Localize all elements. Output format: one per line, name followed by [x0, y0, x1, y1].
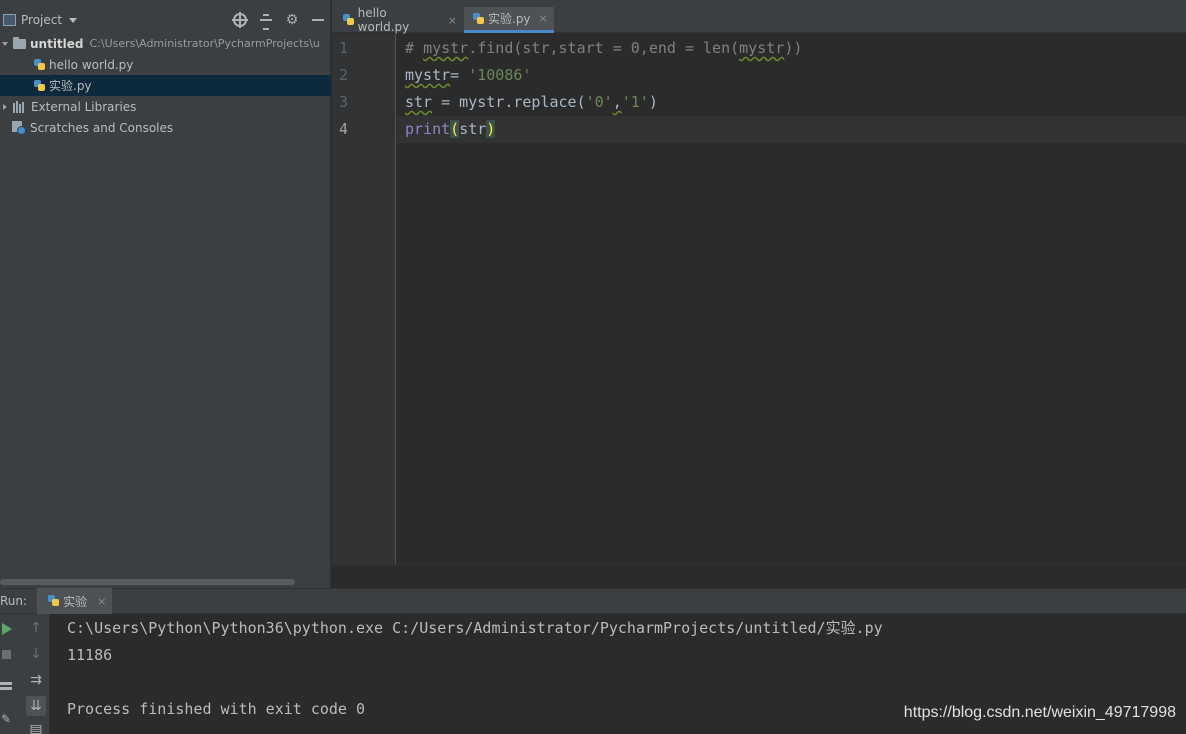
tree-item-hello-world[interactable]: hello world.py [0, 54, 331, 75]
tree-item-scratches[interactable]: Scratches and Consoles [0, 117, 331, 138]
soft-wrap-icon[interactable]: ⇉ [26, 670, 46, 690]
bracket-highlight: ( [450, 120, 460, 138]
tab-label: hello world.py [357, 6, 410, 34]
string-token: '10086' [468, 66, 532, 84]
pin-icon[interactable]: ✎ [1, 713, 11, 725]
operator-token: = [450, 66, 469, 84]
editor-top-strip [332, 0, 1186, 7]
comment-token: .find(str,start = 0,end = len( [468, 39, 740, 57]
project-tree: untitled C:\Users\Administrator\PycharmP… [0, 33, 331, 138]
expand-arrow-icon[interactable] [2, 41, 8, 46]
arrow-up-icon[interactable]: ↑ [26, 618, 46, 638]
python-file-icon [33, 79, 46, 93]
line-number: 4 [339, 120, 349, 138]
line-number-gutter: 1 2 3 4 [332, 34, 396, 564]
project-panel-header: Project ⚙ [0, 6, 331, 34]
library-icon [13, 100, 27, 113]
line-number: 1 [339, 39, 349, 57]
tab-label: 实验.py [488, 12, 531, 26]
project-tool-window: Project ⚙ untitled C:\Users\Administrato… [0, 0, 331, 588]
bracket-highlight: ) [486, 120, 496, 138]
console-line: 11186 [67, 646, 113, 664]
builtin-token: print [405, 120, 451, 138]
line-number: 3 [339, 93, 349, 111]
file-name: 实验.py [49, 79, 92, 93]
code-line[interactable]: str = mystr.replace('0','1') [397, 89, 1186, 116]
horizontal-scrollbar[interactable] [0, 579, 295, 585]
comment-token: mystr [739, 39, 785, 57]
python-file-icon [33, 58, 46, 72]
project-view-icon [3, 14, 16, 26]
locate-file-icon[interactable] [232, 12, 248, 28]
tree-label: Scratches and Consoles [30, 120, 174, 135]
code-editor[interactable]: # mystr.find(str,start = 0,end = len(mys… [397, 34, 1186, 564]
python-file-icon [342, 13, 355, 27]
close-icon[interactable]: × [97, 595, 106, 608]
editor-footer [332, 564, 1186, 588]
scratches-icon [12, 120, 26, 135]
expand-arrow-icon[interactable] [3, 103, 7, 110]
watermark-text: https://blog.csdn.net/weixin_49717998 [903, 704, 1176, 721]
layout-icon[interactable] [0, 682, 12, 690]
run-toolbar-right: ↑ ↓ ⇉ ⇊ ▤ [22, 614, 50, 734]
folder-icon [13, 36, 26, 49]
python-file-icon [472, 12, 485, 26]
project-name: untitled [30, 36, 84, 51]
close-icon[interactable]: × [448, 14, 457, 27]
print-icon[interactable]: ▤ [26, 720, 46, 734]
tree-item-external-libraries[interactable]: External Libraries [0, 96, 331, 117]
gear-icon[interactable]: ⚙ [285, 13, 299, 27]
run-tool-window-header: Run: 实验 × [0, 588, 1186, 614]
tab-shiyan[interactable]: 实验.py × [464, 7, 554, 33]
tree-item-untitled[interactable]: untitled C:\Users\Administrator\PycharmP… [0, 33, 331, 54]
code-token: = mystr.replace( [432, 93, 586, 111]
chevron-down-icon[interactable] [69, 18, 78, 23]
code-line[interactable]: # mystr.find(str,start = 0,end = len(mys… [397, 35, 1186, 62]
run-toolbar-left: ✎ [0, 614, 22, 734]
project-panel-toolbar: ⚙ [232, 6, 325, 34]
operator-token: , [612, 93, 622, 111]
console-line: Process finished with exit code 0 [67, 700, 366, 718]
console-line: C:\Users\Python\Python36\python.exe C:/U… [67, 619, 883, 637]
run-tab-label: 实验 [63, 594, 88, 609]
tree-label: External Libraries [31, 99, 137, 114]
arrow-down-icon[interactable]: ↓ [26, 644, 46, 664]
python-icon [47, 594, 60, 608]
comment-token: mystr [423, 39, 469, 57]
stop-icon[interactable] [2, 650, 11, 659]
comment-token: )) [784, 39, 803, 57]
identifier-token: str [459, 120, 487, 138]
string-token: '0' [585, 93, 613, 111]
scroll-to-end-icon[interactable]: ⇊ [26, 696, 46, 716]
hide-panel-icon[interactable] [311, 13, 325, 27]
project-view-selector[interactable]: Project [21, 13, 62, 27]
editor-tab-bar: hello world.py × 实验.py × [332, 6, 1186, 34]
comment-token: # [405, 39, 424, 57]
tree-item-shiyan[interactable]: 实验.py [0, 75, 331, 96]
run-label: Run: [0, 594, 28, 608]
collapse-all-icon[interactable] [259, 13, 273, 30]
tab-hello-world[interactable]: hello world.py × [334, 6, 463, 34]
rerun-icon[interactable] [2, 623, 12, 635]
file-name: hello world.py [49, 57, 134, 72]
identifier-token: mystr [405, 66, 451, 84]
identifier-token: str [405, 93, 433, 111]
close-icon[interactable]: × [539, 12, 548, 25]
code-line[interactable]: mystr= '10086' [397, 62, 1186, 89]
run-config-tab[interactable]: 实验 × [37, 588, 113, 614]
code-line-current[interactable]: print(str) [397, 116, 1186, 143]
string-token: '1' [621, 93, 649, 111]
operator-token: ) [648, 93, 658, 111]
line-number: 2 [339, 66, 349, 84]
project-path: C:\Users\Administrator\PycharmProjects\u [89, 37, 320, 50]
